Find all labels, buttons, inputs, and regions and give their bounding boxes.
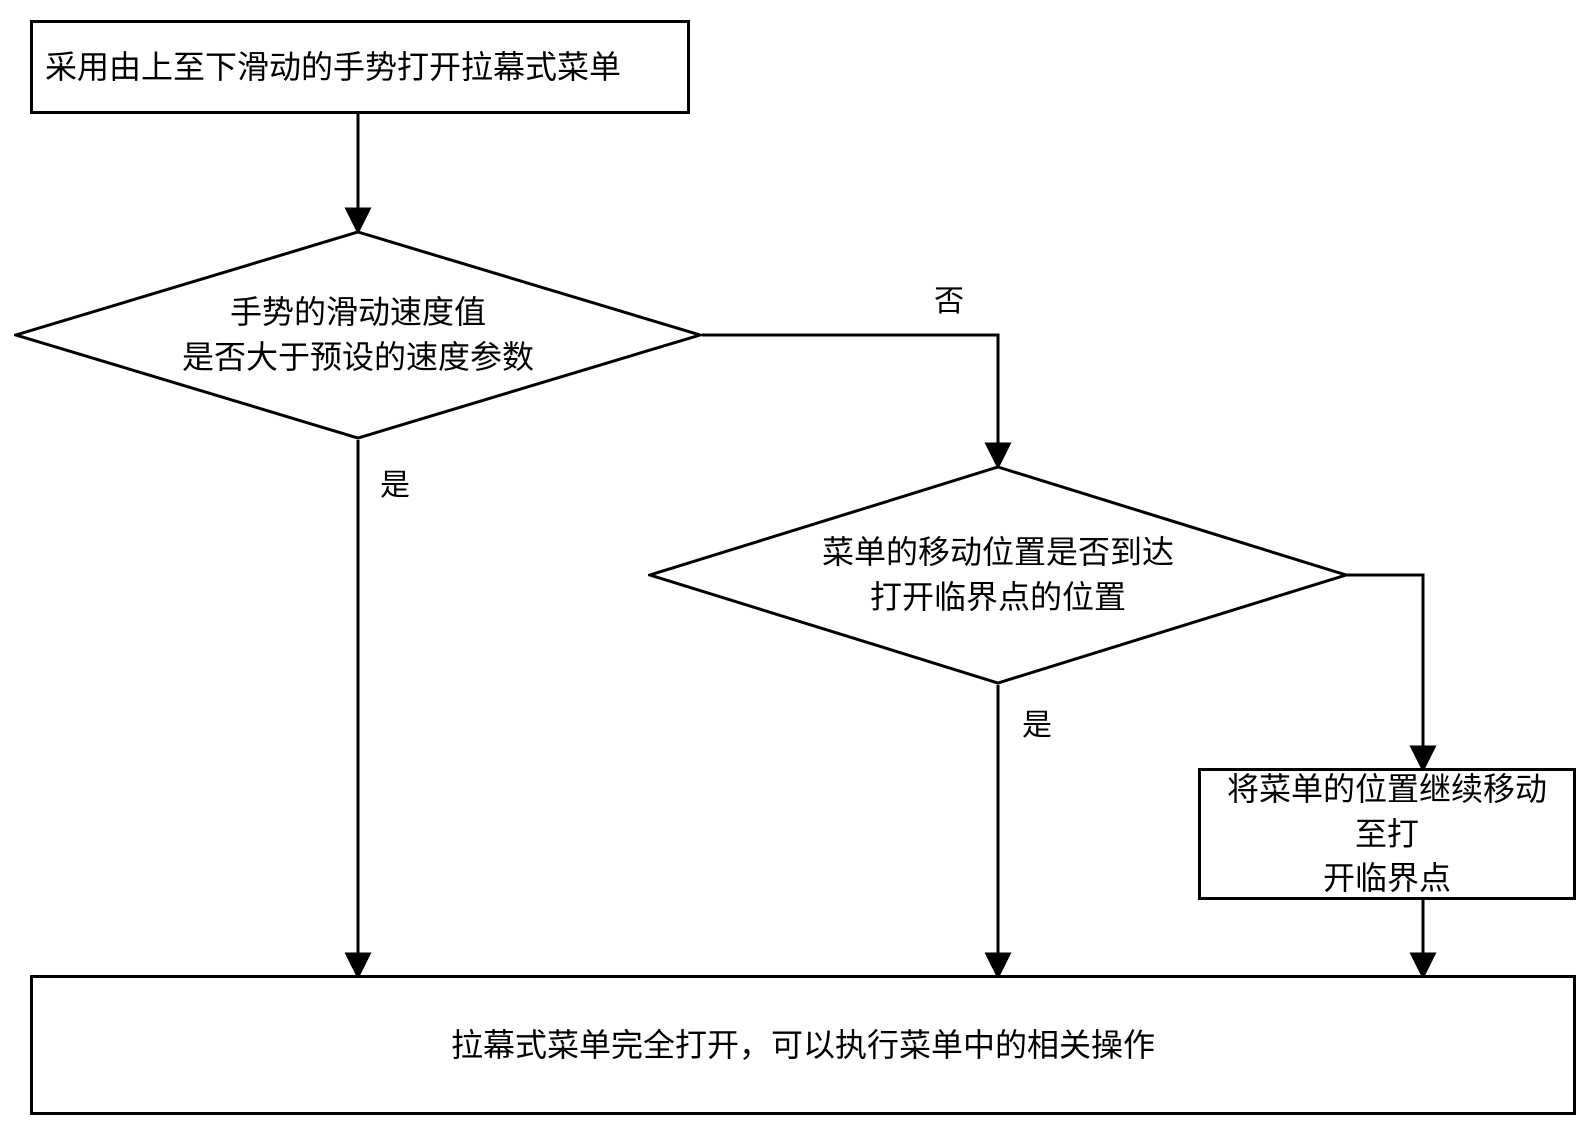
node-start: 采用由上至下滑动的手势打开拉幕式菜单 — [30, 20, 690, 114]
node-decision1: 手势的滑动速度值 是否大于预设的速度参数 — [14, 230, 702, 440]
node-end-text: 拉幕式菜单完全打开，可以执行菜单中的相关操作 — [451, 1023, 1155, 1068]
flowchart-canvas: 采用由上至下滑动的手势打开拉幕式菜单 手势的滑动速度值 是否大于预设的速度参数 … — [0, 0, 1592, 1144]
node-action: 将菜单的位置继续移动至打 开临界点 — [1198, 768, 1576, 900]
node-decision2: 菜单的移动位置是否到达 打开临界点的位置 — [648, 465, 1348, 685]
edge-label-d1-no: 否 — [930, 276, 968, 320]
node-start-text: 采用由上至下滑动的手势打开拉幕式菜单 — [45, 45, 621, 90]
edge-label-d2-yes: 是 — [1018, 700, 1056, 744]
node-end: 拉幕式菜单完全打开，可以执行菜单中的相关操作 — [30, 975, 1576, 1115]
node-action-text: 将菜单的位置继续移动至打 开临界点 — [1213, 767, 1561, 901]
edge-label-d1-yes: 是 — [376, 460, 414, 504]
